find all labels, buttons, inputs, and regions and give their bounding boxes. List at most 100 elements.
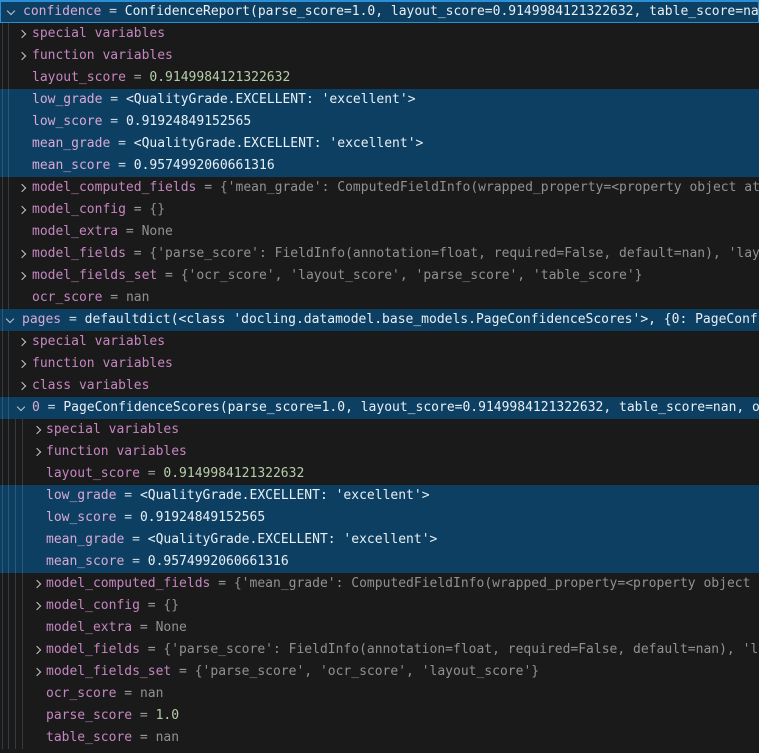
tree-row-ocr-score[interactable]: ocr_score = nan xyxy=(0,683,759,705)
equals-sign: = xyxy=(118,224,141,239)
row-text: confidence = ConfidenceReport(parse_scor… xyxy=(1,2,759,22)
equals-sign: = xyxy=(124,532,147,547)
indent-guide xyxy=(2,727,3,749)
tree-row-mean-grade[interactable]: mean_grade = <QualityGrade.EXCELLENT: 'e… xyxy=(0,133,759,155)
equals-sign: = xyxy=(126,202,149,217)
tree-row-ocr-score[interactable]: ocr_score = nan xyxy=(0,287,759,309)
indent-guide xyxy=(8,661,9,683)
indent-guide xyxy=(22,419,23,441)
tree-row-layout-score[interactable]: layout_score = 0.9149984121322632 xyxy=(0,463,759,485)
tree-row-class-variables[interactable]: class variables xyxy=(0,375,759,397)
indent-guide xyxy=(2,617,3,639)
tree-row-mean-score[interactable]: mean_score = 0.9574992060661316 xyxy=(0,155,759,177)
indent-guide xyxy=(8,485,9,507)
indent-guide xyxy=(2,199,3,221)
variable-name: model_fields xyxy=(32,246,126,261)
tree-row-model-config[interactable]: model_config = {} xyxy=(0,595,759,617)
indent-guide xyxy=(8,551,9,573)
variable-value: <QualityGrade.EXCELLENT: 'excellent'> xyxy=(126,92,416,107)
chevron-right-icon[interactable] xyxy=(13,177,29,199)
tree-row-function-variables[interactable]: function variables xyxy=(0,45,759,67)
tree-row-function-variables[interactable]: function variables xyxy=(0,353,759,375)
chevron-right-icon[interactable] xyxy=(13,45,29,67)
row-text: pages = defaultdict(<class 'docling.data… xyxy=(0,309,758,331)
indent-guide xyxy=(2,111,3,133)
variable-value: {'parse_score', 'ocr_score', 'layout_sco… xyxy=(195,664,539,679)
tree-row-model-fields-set[interactable]: model_fields_set = {'parse_score', 'ocr_… xyxy=(0,661,759,683)
indent-guide xyxy=(2,441,3,463)
chevron-right-icon[interactable] xyxy=(28,595,44,617)
indent-guide xyxy=(8,89,9,111)
tree-row-model-fields[interactable]: model_fields = {'parse_score': FieldInfo… xyxy=(0,243,759,265)
tree-row-low-score[interactable]: low_score = 0.91924849152565 xyxy=(0,507,759,529)
chevron-right-icon[interactable] xyxy=(28,419,44,441)
tree-row-confidence[interactable]: confidence = ConfidenceReport(parse_scor… xyxy=(0,0,759,23)
equals-sign: = xyxy=(132,620,155,635)
tree-row-model-extra[interactable]: model_extra = None xyxy=(0,221,759,243)
tree-row-special-variables[interactable]: special variables xyxy=(0,23,759,45)
chevron-down-icon[interactable] xyxy=(3,2,19,22)
indent-guide xyxy=(8,617,9,639)
variable-name: model_extra xyxy=(46,620,132,635)
tree-row-model-fields-set[interactable]: model_fields_set = {'ocr_score', 'layout… xyxy=(0,265,759,287)
tree-row-0[interactable]: 0 = PageConfidenceScores(parse_score=1.0… xyxy=(0,397,759,419)
tree-row-model-computed-fields[interactable]: model_computed_fields = {'mean_grade': C… xyxy=(0,573,759,595)
tree-row-mean-score[interactable]: mean_score = 0.9574992060661316 xyxy=(0,551,759,573)
chevron-right-icon[interactable] xyxy=(13,331,29,353)
variable-name: model_computed_fields xyxy=(32,180,196,195)
variable-name: ocr_score xyxy=(32,290,102,305)
indent-guide xyxy=(15,727,16,749)
tree-row-layout-score[interactable]: layout_score = 0.9149984121322632 xyxy=(0,67,759,89)
chevron-down-icon[interactable] xyxy=(13,397,29,419)
equals-sign: = xyxy=(101,4,124,19)
tree-row-model-extra[interactable]: model_extra = None xyxy=(0,617,759,639)
indent-guide xyxy=(2,595,3,617)
indent-guide xyxy=(8,639,9,661)
equals-sign: = xyxy=(102,114,125,129)
tree-row-low-grade[interactable]: low_grade = <QualityGrade.EXCELLENT: 'ex… xyxy=(0,485,759,507)
chevron-right-icon[interactable] xyxy=(13,243,29,265)
indent-guide xyxy=(22,617,23,639)
indent-guide xyxy=(15,573,16,595)
variable-value: {'parse_score': FieldInfo(annotation=flo… xyxy=(163,642,759,657)
chevron-right-icon[interactable] xyxy=(28,661,44,683)
tree-row-model-fields[interactable]: model_fields = {'parse_score': FieldInfo… xyxy=(0,639,759,661)
tree-row-special-variables[interactable]: special variables xyxy=(0,419,759,441)
chevron-right-icon[interactable] xyxy=(13,23,29,45)
chevron-right-icon[interactable] xyxy=(13,199,29,221)
row-text: layout_score = 0.9149984121322632 xyxy=(0,463,304,485)
tree-row-low-score[interactable]: low_score = 0.91924849152565 xyxy=(0,111,759,133)
chevron-down-icon[interactable] xyxy=(2,309,18,331)
variable-name: model_extra xyxy=(32,224,118,239)
variable-name: model_computed_fields xyxy=(46,576,210,591)
tree-row-function-variables[interactable]: function variables xyxy=(0,441,759,463)
variable-value: nan xyxy=(140,686,163,701)
indent-guide xyxy=(15,463,16,485)
row-text: model_fields_set = {'parse_score', 'ocr_… xyxy=(0,661,539,683)
tree-row-pages[interactable]: pages = defaultdict(<class 'docling.data… xyxy=(0,309,759,331)
tree-row-low-grade[interactable]: low_grade = <QualityGrade.EXCELLENT: 'ex… xyxy=(0,89,759,111)
indent-guide xyxy=(22,573,23,595)
indent-guide xyxy=(15,595,16,617)
chevron-right-icon[interactable] xyxy=(13,375,29,397)
chevron-right-icon[interactable] xyxy=(13,353,29,375)
tree-row-table-score[interactable]: table_score = nan xyxy=(0,727,759,749)
indent-guide xyxy=(8,463,9,485)
chevron-right-icon[interactable] xyxy=(28,639,44,661)
tree-row-mean-grade[interactable]: mean_grade = <QualityGrade.EXCELLENT: 'e… xyxy=(0,529,759,551)
tree-row-parse-score[interactable]: parse_score = 1.0 xyxy=(0,705,759,727)
tree-row-model-computed-fields[interactable]: model_computed_fields = {'mean_grade': C… xyxy=(0,177,759,199)
variable-value: {'mean_grade': ComputedFieldInfo(wrapped… xyxy=(234,576,759,591)
equals-sign: = xyxy=(61,312,84,327)
tree-row-special-variables[interactable]: special variables xyxy=(0,331,759,353)
indent-guide xyxy=(15,661,16,683)
variable-value: 0.91924849152565 xyxy=(140,510,265,525)
variable-value: PageConfidenceScores(parse_score=1.0, la… xyxy=(63,400,759,415)
indent-guide xyxy=(15,485,16,507)
chevron-right-icon[interactable] xyxy=(13,265,29,287)
chevron-right-icon[interactable] xyxy=(28,573,44,595)
indent-guide xyxy=(8,67,9,89)
indent-guide xyxy=(2,661,3,683)
chevron-right-icon[interactable] xyxy=(28,441,44,463)
tree-row-model-config[interactable]: model_config = {} xyxy=(0,199,759,221)
